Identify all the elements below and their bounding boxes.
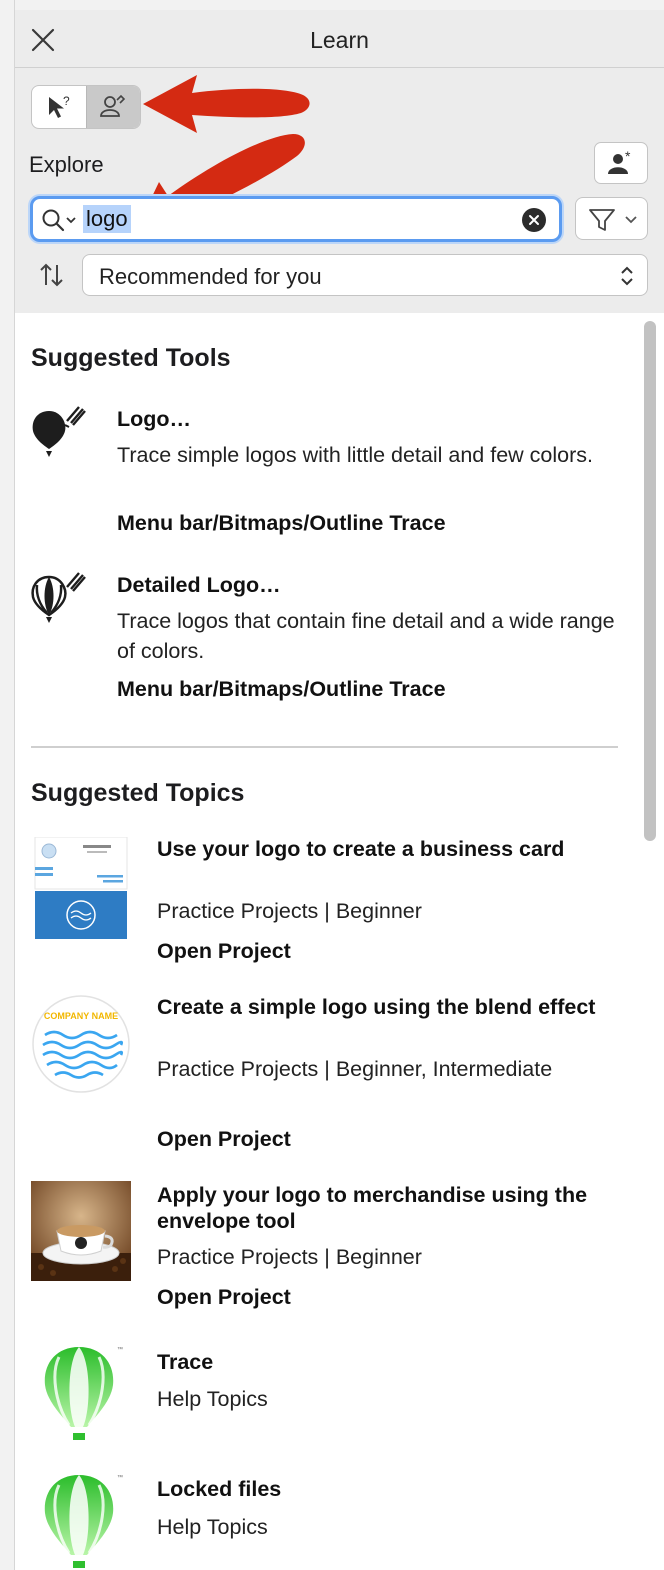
tool-description: Trace simple logos with little detail an… (117, 443, 593, 467)
open-project-link[interactable]: Open Project (157, 1285, 291, 1310)
sort-selected-value: Recommended for you (99, 264, 322, 289)
pointer-help-button[interactable]: ? (32, 86, 86, 128)
logo-trace-icon (32, 406, 86, 457)
topic-title[interactable]: Create a simple logo using the blend eff… (157, 994, 627, 1020)
svg-text:™: ™ (117, 1346, 123, 1353)
learner-profile-settings-button[interactable]: * (594, 142, 648, 184)
window-top-edge (0, 0, 664, 10)
topic-title[interactable]: Apply your logo to merchandise using the… (157, 1182, 627, 1234)
topic-title[interactable]: Locked files (157, 1476, 627, 1502)
svg-text:™: ™ (117, 1474, 123, 1481)
tool-description: Trace logos that contain fine detail and… (117, 609, 615, 663)
scrollbar-thumb[interactable] (644, 321, 656, 841)
filter-icon (589, 209, 637, 231)
suggested-tools-heading: Suggested Tools (31, 344, 231, 372)
pointer-help-icon: ? (48, 94, 70, 118)
mode-toggle: ? (31, 85, 141, 129)
topic-meta: Practice Projects | Beginner (157, 1245, 422, 1269)
topic-title[interactable]: Trace (157, 1349, 627, 1375)
topic-meta: Help Topics (157, 1387, 268, 1411)
scrollbar[interactable] (641, 317, 659, 1570)
company-logo-thumbnail[interactable]: COMPANY NAME (31, 993, 131, 1095)
balloon-logo-thumbnail[interactable]: ™ (31, 1343, 131, 1449)
filter-button[interactable] (575, 197, 648, 240)
learner-profile-button[interactable] (85, 86, 140, 128)
tool-menu-path[interactable]: Menu bar/Bitmaps/Outline Trace (117, 511, 446, 536)
learner-profile-icon (100, 94, 126, 117)
title-bar: Learn (15, 10, 664, 68)
topic-title[interactable]: Use your logo to create a business card (157, 836, 627, 862)
tool-title[interactable]: Logo… (117, 406, 191, 432)
balloon-logo-thumbnail[interactable]: ™ (31, 1471, 131, 1570)
detailed-logo-trace-icon (31, 572, 86, 623)
sort-select[interactable]: Recommended for you (82, 254, 648, 296)
tool-menu-path[interactable]: Menu bar/Bitmaps/Outline Trace (117, 677, 446, 702)
svg-text:?: ? (63, 94, 70, 108)
tool-title[interactable]: Detailed Logo… (117, 572, 281, 598)
open-project-link[interactable]: Open Project (157, 1127, 291, 1152)
explore-label: Explore (29, 152, 104, 177)
sort-order-icon[interactable] (37, 261, 65, 289)
learn-panel: Learn ? Explore * logo Recommended for y… (15, 10, 664, 1570)
section-divider (31, 746, 618, 748)
person-star-icon: * (608, 149, 631, 174)
svg-text:*: * (625, 149, 631, 164)
open-project-link[interactable]: Open Project (157, 939, 291, 964)
thumbnail-company-name: COMPANY NAME (44, 1011, 118, 1021)
topic-meta: Help Topics (157, 1515, 268, 1539)
business-card-thumbnail[interactable] (31, 837, 131, 943)
annotation-arrow-top (143, 75, 310, 133)
suggested-topics-heading: Suggested Topics (31, 779, 245, 807)
clear-icon[interactable] (522, 208, 546, 232)
search-field[interactable]: logo (30, 196, 562, 242)
topic-meta: Practice Projects | Beginner, Intermedia… (157, 1057, 553, 1081)
topic-meta: Practice Projects | Beginner (157, 899, 422, 923)
search-selected-text: logo (83, 205, 131, 233)
chevron-updown-icon (621, 266, 633, 286)
window-left-edge (0, 0, 15, 1570)
panel-title: Learn (310, 27, 369, 53)
coffee-cup-thumbnail[interactable] (31, 1181, 131, 1281)
search-icon[interactable] (41, 208, 81, 234)
results-list[interactable]: Suggested Tools Logo… Trace simple logos… (15, 313, 664, 1570)
